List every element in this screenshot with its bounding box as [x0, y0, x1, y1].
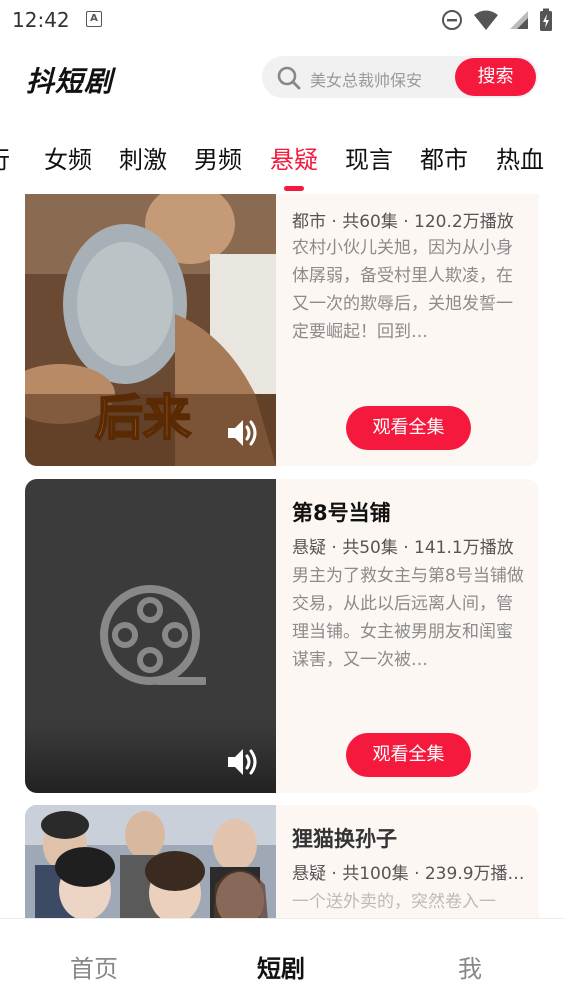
tab-item-active[interactable]: 悬疑 [270, 140, 318, 175]
drama-title[interactable]: 第8号当铺 [292, 497, 391, 527]
drama-meta: 悬疑 · 共100集 · 239.9万播… [292, 864, 525, 884]
status-bar: 12:42 A [0, 0, 565, 38]
drama-description: 农村小伙儿关旭，因为从小身体孱弱，备受村里人欺凌，在又一次的欺辱后，关旭发誓一定… [292, 238, 513, 342]
signal-icon [510, 11, 528, 29]
film-reel-icon [100, 585, 206, 685]
bottom-nav: 首页 短剧 我 [0, 918, 565, 1005]
drama-description: 一个送外卖的，突然卷入一 [292, 892, 496, 912]
drama-card[interactable]: 第8号当铺 悬疑 · 共50集 · 141.1万播放 男主为了救女主与第8号当铺… [25, 479, 539, 793]
nav-short-drama[interactable]: 短剧 [257, 949, 305, 984]
active-tab-indicator [284, 186, 304, 191]
tab-item[interactable]: 热血 [496, 140, 544, 175]
drama-title[interactable]: 狸猫换孙子 [292, 823, 397, 853]
wifi-icon [474, 10, 498, 30]
search-bar[interactable]: 美女总裁帅保安 搜索 [262, 56, 538, 98]
drama-meta: 都市 · 共60集 · 120.2万播放 [292, 212, 514, 232]
category-tabs: 行 女频 刺激 男频 悬疑 现言 都市 热血 [0, 136, 565, 196]
status-time: 12:42 [12, 8, 70, 32]
battery-icon [540, 8, 552, 31]
nav-me[interactable]: 我 [458, 949, 482, 984]
poster-title: 后来 [95, 390, 191, 446]
drama-description: 男主为了救女主与第8号当铺做交易，从此以后远离人间，管理当铺。女主被男朋友和闺蜜… [292, 566, 524, 670]
watch-all-button[interactable]: 观看全集 [346, 406, 471, 450]
sound-icon[interactable] [224, 744, 260, 780]
app-header: 抖短剧 美女总裁帅保安 搜索 [0, 50, 565, 104]
tab-item[interactable]: 现言 [345, 140, 393, 175]
tab-item[interactable]: 男频 [194, 140, 242, 175]
tab-item[interactable]: 都市 [420, 140, 468, 175]
notification-icon: A [86, 11, 102, 27]
search-icon [277, 66, 301, 90]
watch-all-button[interactable]: 观看全集 [346, 733, 471, 777]
drama-meta: 悬疑 · 共50集 · 141.1万播放 [292, 538, 514, 558]
tab-item[interactable]: 行 [0, 140, 10, 175]
tab-item[interactable]: 刺激 [119, 140, 167, 175]
app-logo: 抖短剧 [26, 65, 114, 98]
search-button[interactable]: 搜索 [455, 58, 536, 96]
do-not-disturb-icon [442, 10, 462, 30]
sound-icon[interactable] [224, 415, 260, 451]
nav-home[interactable]: 首页 [70, 949, 118, 984]
tab-item[interactable]: 女频 [44, 140, 92, 175]
drama-card[interactable]: 后来 都市 · 共60集 · 120.2万播放 农村小伙儿关旭，因为从小身体孱弱… [25, 194, 539, 466]
search-input[interactable]: 美女总裁帅保安 [310, 67, 422, 91]
